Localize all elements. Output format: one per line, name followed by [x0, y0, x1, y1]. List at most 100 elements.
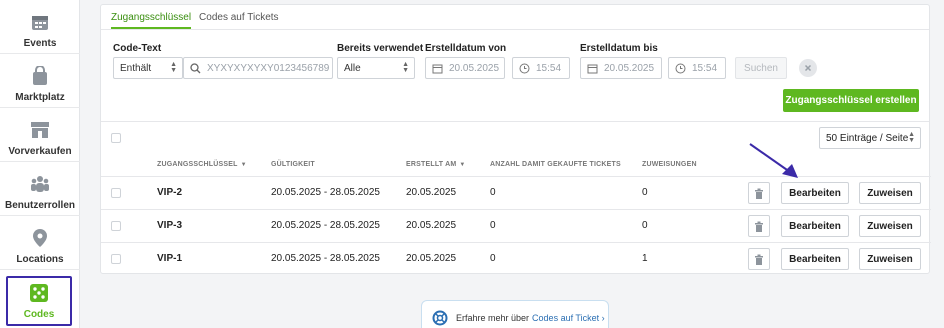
- cell-validity: 20.05.2025 - 28.05.2025: [271, 253, 380, 264]
- cell-created: 20.05.2025: [406, 253, 457, 264]
- used-select[interactable]: Alle ▲ ▼: [337, 57, 415, 79]
- assign-button[interactable]: Zuweisen: [859, 215, 921, 237]
- cell-validity: 20.05.2025 - 28.05.2025: [271, 220, 380, 231]
- sidebar-item-marktplatz[interactable]: Marktplatz: [0, 54, 80, 108]
- delete-button[interactable]: [748, 248, 770, 270]
- column-header-tickets: ANZAHL DAMIT GEKAUFTE TICKETS: [490, 161, 621, 168]
- users-icon: [30, 174, 50, 194]
- column-header-created[interactable]: ERSTELLT AM ▼: [406, 161, 466, 168]
- select-caret-icon: ▲ ▼: [908, 131, 915, 144]
- to-time-input[interactable]: 15:54: [668, 57, 726, 79]
- cell-created: 20.05.2025: [406, 187, 457, 198]
- edit-button[interactable]: Bearbeiten: [781, 248, 849, 270]
- delete-button[interactable]: [748, 215, 770, 237]
- search-button[interactable]: Suchen: [735, 57, 787, 79]
- sort-down-icon: ▼: [459, 162, 466, 168]
- sidebar-item-vorverkaufen[interactable]: Vorverkaufen: [0, 108, 80, 162]
- cell-validity: 20.05.2025 - 28.05.2025: [271, 187, 380, 198]
- cell-tickets: 0: [490, 187, 496, 198]
- lifebuoy-icon: [432, 310, 448, 326]
- sidebar-item-locations[interactable]: Locations: [0, 216, 80, 270]
- clock-icon: [675, 63, 686, 74]
- from-time-input[interactable]: 15:54: [512, 57, 570, 79]
- close-icon: [804, 64, 812, 72]
- from-date-value: 20.05.2025: [449, 62, 500, 74]
- sidebar-item-label: Codes: [23, 309, 55, 320]
- to-date-label: Erstelldatum bis: [580, 43, 658, 54]
- cell-code: VIP-2: [157, 187, 183, 198]
- column-header-key[interactable]: ZUGANGSSCHLÜSSEL ▼: [157, 161, 247, 168]
- cell-code: VIP-1: [157, 253, 183, 264]
- calendar-icon: [30, 12, 50, 32]
- annotation-arrow-icon: [749, 143, 798, 178]
- info-banner: Erfahre mehr über Codes auf Ticket ›: [421, 300, 609, 328]
- cell-assignments: 0: [642, 187, 648, 198]
- per-page-select[interactable]: 50 Einträge / Seite ▲ ▼: [819, 127, 921, 149]
- table-row: VIP-3 20.05.2025 - 28.05.2025 20.05.2025…: [101, 209, 931, 242]
- create-access-key-button[interactable]: Zugangsschlüssel erstellen: [783, 89, 919, 112]
- row-checkbox[interactable]: [111, 254, 121, 264]
- section-divider: [101, 121, 929, 122]
- code-text-input[interactable]: XYXYXYXYXY0123456789: [183, 57, 333, 79]
- sidebar-item-label: Events: [23, 38, 57, 49]
- code-text-label: Code-Text: [113, 43, 162, 54]
- cell-assignments: 1: [642, 253, 648, 264]
- code-text-mode-select[interactable]: Enthält ▲ ▼: [113, 57, 183, 79]
- tab-divider: [101, 29, 929, 30]
- column-header-assignments: ZUWEISUNGEN: [642, 161, 697, 168]
- info-link[interactable]: Codes auf Ticket ›: [532, 313, 605, 323]
- sort-down-icon: ▼: [240, 162, 247, 168]
- tab-codes-auf-tickets[interactable]: Codes auf Tickets: [199, 9, 278, 29]
- table-row: VIP-1 20.05.2025 - 28.05.2025 20.05.2025…: [101, 242, 931, 275]
- edit-button[interactable]: Bearbeiten: [781, 215, 849, 237]
- chevron-right-icon: ›: [601, 313, 605, 323]
- sidebar-item-events[interactable]: Events: [0, 0, 80, 54]
- to-time-value: 15:54: [692, 62, 718, 74]
- tab-zugangsschluessel[interactable]: Zugangsschlüssel: [111, 9, 192, 29]
- trash-icon: [755, 254, 763, 265]
- tab-bar: Zugangsschlüssel Codes auf Tickets: [111, 9, 279, 29]
- select-caret-icon: ▲ ▼: [402, 61, 409, 74]
- trash-icon: [755, 221, 763, 232]
- cell-code: VIP-3: [157, 220, 183, 231]
- sidebar-item-label: Benutzerrollen: [4, 200, 75, 211]
- sidebar-item-codes[interactable]: Codes: [6, 276, 72, 326]
- search-icon: [190, 62, 201, 74]
- from-date-input[interactable]: 20.05.2025: [425, 57, 505, 79]
- select-caret-icon: ▲ ▼: [170, 61, 177, 74]
- used-label: Bereits verwendet: [337, 43, 424, 54]
- assign-button[interactable]: Zuweisen: [859, 182, 921, 204]
- code-text-mode-value: Enthält: [120, 62, 152, 74]
- from-date-label: Erstelldatum von: [425, 43, 507, 54]
- info-text: Erfahre mehr über: [456, 313, 530, 323]
- row-checkbox[interactable]: [111, 188, 121, 198]
- clear-filters-button[interactable]: [799, 59, 817, 77]
- cell-created: 20.05.2025: [406, 220, 457, 231]
- to-date-value: 20.05.2025: [604, 62, 655, 74]
- cell-assignments: 0: [642, 220, 648, 231]
- sidebar-item-label: Marktplatz: [15, 92, 65, 103]
- trash-icon: [755, 188, 763, 199]
- cell-tickets: 0: [490, 220, 496, 231]
- sidebar-item-label: Vorverkaufen: [8, 146, 72, 157]
- sidebar-item-label: Locations: [16, 254, 64, 265]
- calendar-icon: [432, 63, 443, 74]
- dice-icon: [29, 283, 49, 303]
- store-icon: [30, 120, 50, 140]
- per-page-value: 50 Einträge / Seite: [826, 132, 909, 144]
- sidebar: Events Marktplatz Vorverkaufen Benutzerr…: [0, 0, 80, 328]
- cell-tickets: 0: [490, 253, 496, 264]
- code-text-placeholder: XYXYXYXYXY0123456789: [207, 62, 330, 74]
- column-header-validity: GÜLTIGKEIT: [271, 161, 315, 168]
- select-all-checkbox[interactable]: [111, 133, 121, 143]
- location-pin-icon: [30, 228, 50, 248]
- from-time-value: 15:54: [536, 62, 562, 74]
- sidebar-item-benutzerrollen[interactable]: Benutzerrollen: [0, 162, 80, 216]
- row-checkbox[interactable]: [111, 221, 121, 231]
- assign-button[interactable]: Zuweisen: [859, 248, 921, 270]
- shopping-bag-icon: [30, 66, 50, 86]
- to-date-input[interactable]: 20.05.2025: [580, 57, 662, 79]
- clock-icon: [519, 63, 530, 74]
- used-value: Alle: [344, 62, 361, 74]
- calendar-icon: [587, 63, 598, 74]
